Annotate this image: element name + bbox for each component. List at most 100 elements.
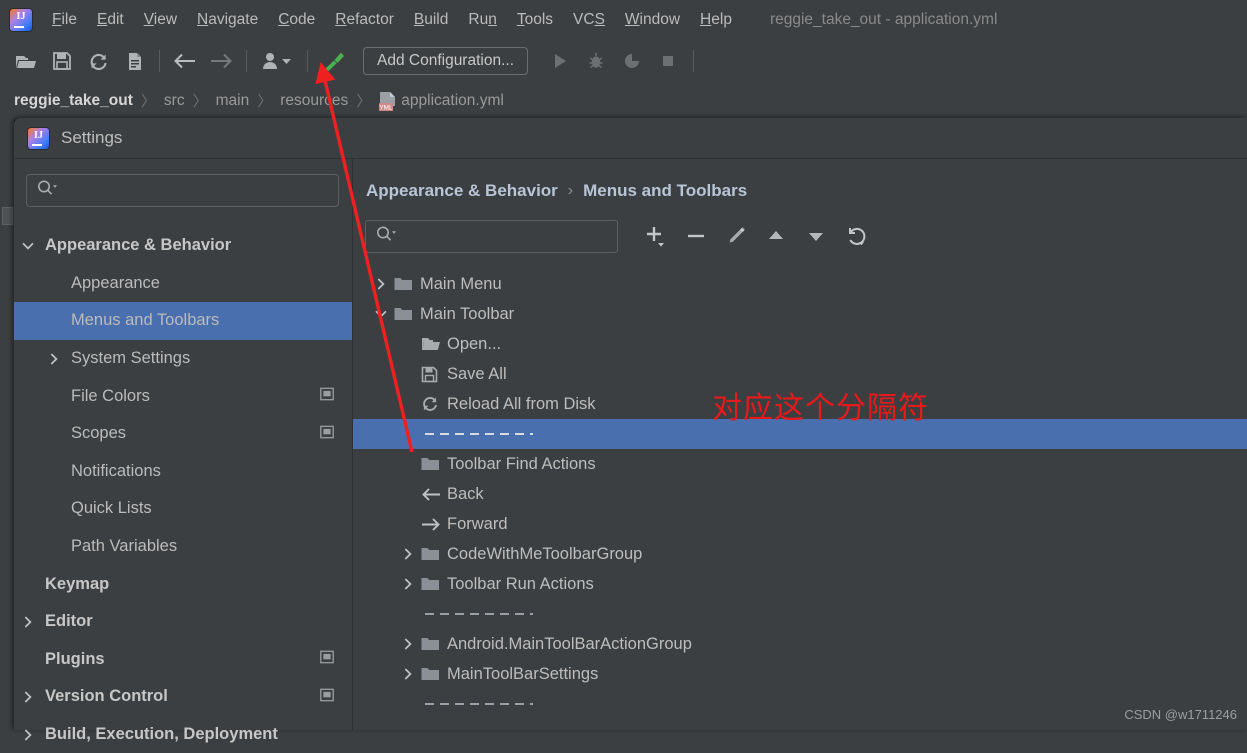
sidebar-item-system-settings[interactable]: System Settings — [14, 340, 352, 378]
reload-from-disk-icon[interactable] — [83, 46, 113, 76]
run-icon[interactable] — [545, 46, 575, 76]
toolbar-items-tree[interactable]: Main Menu Main Toolbar Open... Save All Relo… — [353, 269, 1247, 719]
breadcrumb-separator: 〉 — [257, 93, 273, 110]
tree-row-separator[interactable] — [353, 689, 1247, 719]
open-folder-icon[interactable] — [11, 46, 41, 76]
tool-window-chip[interactable] — [2, 207, 13, 225]
tree-indent — [14, 688, 45, 705]
tree-row-toolbar-find-actions[interactable]: Toolbar Find Actions — [353, 449, 1247, 479]
menu-item-code[interactable]: Code — [268, 0, 325, 40]
menu-item-run[interactable]: Run — [458, 0, 506, 40]
move-down-button[interactable] — [796, 219, 836, 253]
menu-item-tools[interactable]: Tools — [507, 0, 563, 40]
move-up-button[interactable] — [756, 219, 796, 253]
sidebar-item-menus-and-toolbars[interactable]: Menus and Toolbars — [14, 302, 352, 340]
chevron-right-icon[interactable] — [394, 637, 421, 651]
sidebar-item-notifications[interactable]: Notifications — [14, 453, 352, 491]
chevron-right-icon[interactable] — [367, 277, 394, 291]
breadcrumb-item[interactable]: main — [216, 92, 250, 110]
sidebar-item-file-colors[interactable]: File Colors — [14, 377, 352, 415]
tree-row-label: Toolbar Find Actions — [447, 454, 596, 473]
add-button[interactable] — [636, 219, 676, 253]
chevron-right-icon[interactable] — [394, 577, 421, 591]
sidebar-search-input[interactable] — [26, 174, 339, 207]
menu-item-vcs[interactable]: VCS — [563, 0, 615, 40]
stop-icon[interactable] — [653, 46, 683, 76]
menu-item-navigate[interactable]: Navigate — [187, 0, 268, 40]
settings-category-tree[interactable]: Appearance & Behavior Appearance Menus and… — [14, 227, 352, 753]
edit-button[interactable] — [716, 219, 756, 253]
breadcrumb-item[interactable]: src — [164, 92, 185, 110]
copy-icon[interactable] — [119, 46, 149, 76]
sidebar-item-label: Keymap — [45, 574, 110, 593]
sidebar-item-appearance-behavior[interactable]: Appearance & Behavior — [14, 227, 352, 265]
menu-item-edit[interactable]: Edit — [87, 0, 134, 40]
tree-row-label: Open... — [447, 334, 502, 353]
chevron-right-icon[interactable] — [394, 547, 421, 561]
tree-search-input[interactable] — [365, 219, 618, 253]
left-tool-strip[interactable] — [0, 119, 15, 730]
breadcrumb-label: src — [163, 91, 185, 109]
reload-icon — [421, 395, 447, 413]
sidebar-item-scopes[interactable]: Scopes — [14, 415, 352, 453]
breadcrumb-item[interactable]: resources — [280, 92, 348, 110]
tree-row-back[interactable]: Back — [353, 479, 1247, 509]
run-coverage-icon[interactable] — [617, 46, 647, 76]
menu-item-file[interactable]: File — [42, 0, 87, 40]
add-configuration-button[interactable]: Add Configuration... — [363, 47, 529, 75]
build-hammer-icon[interactable] — [318, 46, 348, 76]
menu-item-view[interactable]: View — [134, 0, 187, 40]
breadcrumb-item[interactable]: YML application.yml — [379, 91, 504, 111]
user-account-icon[interactable] — [257, 46, 297, 76]
tree-row-toolbar-run-actions[interactable]: Toolbar Run Actions — [353, 569, 1247, 599]
tree-row-codewithmetoolbargroup[interactable]: CodeWithMeToolbarGroup — [353, 539, 1247, 569]
tree-row-main-toolbar[interactable]: Main Toolbar — [353, 299, 1247, 329]
tree-row-separator[interactable] — [353, 599, 1247, 629]
tree-row-main-menu[interactable]: Main Menu — [353, 269, 1247, 299]
chevron-down-icon[interactable] — [19, 237, 36, 254]
settings-sidebar: Appearance & Behavior Appearance Menus and… — [14, 159, 353, 743]
menu-item-window[interactable]: Window — [615, 0, 690, 40]
restore-button[interactable] — [836, 219, 876, 253]
settings-detail-pane: Appearance & Behavior › Menus and Toolba… — [353, 159, 1247, 730]
chevron-right-icon[interactable] — [19, 726, 36, 743]
dialog-title-bar: Settings — [14, 118, 1247, 159]
chevron-right-icon[interactable] — [394, 667, 421, 681]
svg-text:YML: YML — [380, 104, 394, 110]
sidebar-item-build-execution-deployment[interactable]: Build, Execution, Deployment — [14, 716, 352, 753]
back-arrow-icon[interactable] — [170, 46, 200, 76]
sidebar-item-path-variables[interactable]: Path Variables — [14, 528, 352, 566]
save-all-icon[interactable] — [47, 46, 77, 76]
sidebar-item-label: System Settings — [71, 349, 191, 368]
tree-row-maintoolbarsettings[interactable]: MainToolBarSettings — [353, 659, 1247, 689]
chevron-right-icon[interactable] — [19, 613, 36, 630]
menu-item-build[interactable]: Build — [404, 0, 458, 40]
chevron-right-icon[interactable] — [45, 350, 62, 367]
menu-item-refactor[interactable]: Refactor — [325, 0, 404, 40]
tree-row-android-maintoolbaractiongroup[interactable]: Android.MainToolBarActionGroup — [353, 629, 1247, 659]
sidebar-item-editor[interactable]: Editor — [14, 603, 352, 641]
forward-arrow-icon[interactable] — [206, 46, 236, 76]
sidebar-item-version-control[interactable]: Version Control — [14, 678, 352, 716]
chevron-right-icon[interactable] — [19, 688, 36, 705]
tree-row-label: Save All — [447, 364, 507, 383]
dialog-title: Settings — [61, 128, 123, 147]
chevron-down-icon[interactable] — [367, 307, 394, 321]
remove-button[interactable] — [676, 219, 716, 253]
folder-icon — [421, 576, 447, 592]
debug-icon[interactable] — [581, 46, 611, 76]
sidebar-item-label: File Colors — [71, 386, 150, 405]
tree-indent — [14, 613, 45, 630]
menu-item-help[interactable]: Help — [690, 0, 742, 40]
sidebar-item-quick-lists[interactable]: Quick Lists — [14, 490, 352, 528]
sidebar-item-keymap[interactable]: Keymap — [14, 565, 352, 603]
tree-row-label: Android.MainToolBarActionGroup — [447, 634, 692, 653]
tree-row-forward[interactable]: Forward — [353, 509, 1247, 539]
breadcrumb-item[interactable]: reggie_take_out — [14, 92, 133, 110]
sidebar-item-appearance[interactable]: Appearance — [14, 265, 352, 303]
tree-row-label: Back — [447, 484, 484, 503]
breadcrumb-label: resources — [280, 91, 349, 109]
run-buttons-group — [542, 46, 701, 76]
tree-row-open[interactable]: Open... — [353, 329, 1247, 359]
sidebar-item-plugins[interactable]: Plugins — [14, 641, 352, 679]
